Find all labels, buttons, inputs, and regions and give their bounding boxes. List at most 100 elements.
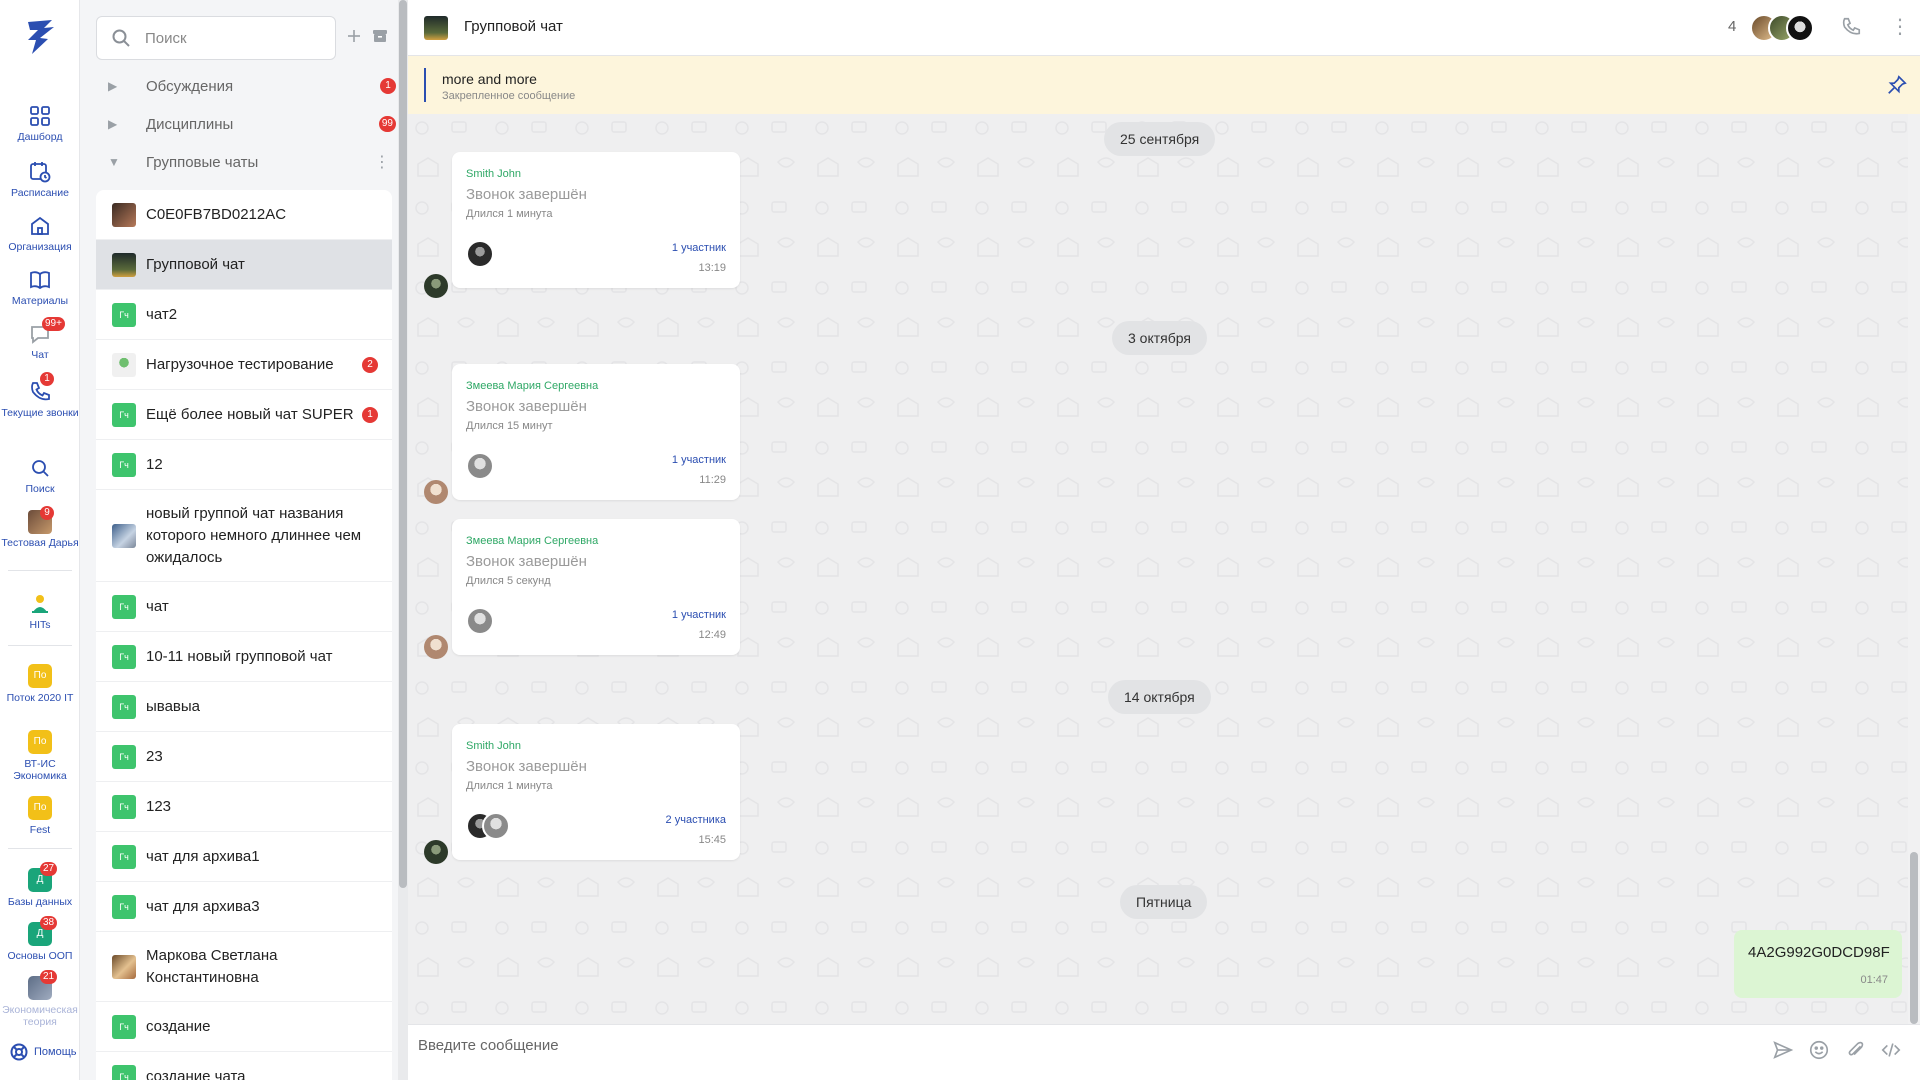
folder-discussions[interactable]: ▶ Обсуждения 1: [96, 68, 396, 104]
search-input[interactable]: Поиск: [145, 30, 187, 47]
pinned-message[interactable]: more and more Закрепленное сообщение: [408, 56, 1920, 114]
call-message[interactable]: Smith John Звонок завершён Длился 1 мину…: [452, 152, 740, 288]
rail-item-economics[interactable]: Экономическая теория 21: [0, 970, 80, 1028]
sender-avatar[interactable]: [424, 480, 448, 504]
materials-icon: [30, 271, 50, 290]
call-message[interactable]: Змеева Мария Сергеевна Звонок завершён Д…: [452, 364, 740, 500]
chat-row[interactable]: новый группой чат названия которого немн…: [96, 490, 392, 582]
chat-row[interactable]: Гч чат для архива1: [96, 832, 392, 882]
chat-name: создание: [146, 1017, 211, 1035]
more-vert-icon[interactable]: ⋮: [1890, 14, 1910, 39]
sender-avatar[interactable]: [424, 274, 448, 298]
hits-icon: [32, 595, 48, 613]
chat-row[interactable]: Гч создание чата: [96, 1052, 392, 1080]
chat-avatar: [112, 202, 136, 227]
emoji-icon[interactable]: [1808, 1039, 1830, 1061]
chat-row[interactable]: Гч 23: [96, 732, 392, 782]
call-status: Звонок завершён: [466, 398, 587, 415]
call-participants[interactable]: 1 участник: [672, 242, 726, 254]
chat-list-panel: Поиск ▶ Обсуждения 1 ▶ Дисциплины 99 ▼ Г…: [80, 0, 408, 1080]
chat-row[interactable]: Гч 123: [96, 782, 392, 832]
rail-item-label: ВТ-ИС Экономика: [13, 758, 67, 782]
message-time: 01:47: [1860, 974, 1888, 986]
add-icon[interactable]: [346, 28, 362, 44]
chat-name: Нагрузочное тестирование: [146, 355, 334, 373]
message-scrollbar[interactable]: [1908, 114, 1920, 1024]
folder-disciplines[interactable]: ▶ Дисциплины 99: [96, 106, 396, 142]
rail-item-label: Поиск: [25, 483, 55, 495]
attach-icon[interactable]: [1844, 1039, 1866, 1061]
rail-item-materials[interactable]: Материалы: [0, 268, 80, 307]
chat-row[interactable]: Гч 10-11 новый групповой чат: [96, 632, 392, 682]
rail-item-fest[interactable]: По Fest: [0, 796, 80, 836]
message-input[interactable]: Введите сообщение: [418, 1037, 559, 1054]
pin-icon[interactable]: [1886, 74, 1908, 96]
chat-row[interactable]: Гч Ещё более новый чат SUPER 1: [96, 390, 392, 440]
chat-avatar[interactable]: [424, 16, 448, 40]
chat-avatar: Гч: [112, 694, 136, 719]
folder-badge: 1: [380, 78, 396, 94]
user-badge: 9: [40, 506, 54, 520]
chat-row[interactable]: Гч создание: [96, 1002, 392, 1052]
member-avatars[interactable]: [1750, 14, 1820, 42]
folder-badge: 99: [378, 116, 396, 132]
scrollbar-thumb[interactable]: [399, 0, 407, 888]
chat-row[interactable]: Маркова Светлана Константиновна: [96, 932, 392, 1002]
chat-row-active[interactable]: Групповой чат: [96, 240, 392, 290]
folder-label: Дисциплины: [146, 115, 234, 133]
rail-item-hits[interactable]: HITs: [0, 592, 80, 631]
message-author[interactable]: Smith John: [466, 168, 521, 180]
code-icon[interactable]: [1880, 1039, 1902, 1061]
own-message[interactable]: 4A2G992G0DCD98F 01:47: [1734, 930, 1902, 998]
message-time: 15:45: [698, 834, 726, 846]
call-status: Звонок завершён: [466, 553, 587, 570]
chat-row[interactable]: Гч 12: [96, 440, 392, 490]
chat-row[interactable]: Нагрузочное тестирование 2: [96, 340, 392, 390]
discipline-badge: 27: [40, 862, 58, 876]
chat-row[interactable]: Гч чат для архива3: [96, 882, 392, 932]
date-separator: Пятница: [1120, 885, 1208, 919]
call-message[interactable]: Змеева Мария Сергеевна Звонок завершён Д…: [452, 519, 740, 655]
participant-avatar: [466, 240, 494, 268]
app-logo[interactable]: [22, 18, 58, 56]
rail-item-test-user[interactable]: Тестовая Дарья 9: [0, 506, 80, 549]
folder-group-chats[interactable]: ▼ Групповые чаты ⋮: [96, 144, 396, 180]
chat-row[interactable]: Гч чат: [96, 582, 392, 632]
rail-item-vt-is[interactable]: По ВТ-ИС Экономика: [0, 730, 80, 782]
rail-item-chat[interactable]: Чат 99+: [0, 317, 80, 361]
rail-item-oop[interactable]: Д Основы ООП 38: [0, 916, 80, 962]
call-message[interactable]: Smith John Звонок завершён Длился 1 мину…: [452, 724, 740, 860]
rail-item-organization[interactable]: Организация: [0, 214, 80, 253]
scrollbar-thumb[interactable]: [1910, 852, 1918, 1024]
send-icon[interactable]: [1772, 1039, 1794, 1061]
rail-item-dashboard[interactable]: Дашборд: [0, 104, 80, 143]
chat-title[interactable]: Групповой чат: [464, 18, 563, 35]
rail-item-label: Чат: [31, 349, 49, 361]
rail-item-databases[interactable]: Д Базы данных 27: [0, 862, 80, 908]
call-participants[interactable]: 1 участник: [672, 609, 726, 621]
unread-badge: 2: [362, 356, 378, 373]
member-count[interactable]: 4: [1728, 18, 1736, 35]
search-box[interactable]: Поиск: [96, 16, 336, 60]
sender-avatar[interactable]: [424, 635, 448, 659]
archive-icon[interactable]: [372, 28, 388, 44]
rail-item-stream-2020[interactable]: По Поток 2020 IT: [0, 664, 80, 704]
chat-list-scrollbar[interactable]: [398, 0, 408, 1080]
message-author[interactable]: Змеева Мария Сергеевна: [466, 535, 598, 547]
phone-call-icon[interactable]: [1840, 16, 1862, 38]
message-author[interactable]: Змеева Мария Сергеевна: [466, 380, 598, 392]
rail-item-current-calls[interactable]: Текущие звонки 1: [0, 372, 80, 419]
more-vert-icon[interactable]: ⋮: [374, 152, 390, 172]
call-participants[interactable]: 2 участника: [666, 814, 726, 826]
rail-item-schedule[interactable]: Расписание: [0, 160, 80, 199]
sender-avatar[interactable]: [424, 840, 448, 864]
call-participants[interactable]: 1 участник: [672, 454, 726, 466]
rail-item-search[interactable]: Поиск: [0, 456, 80, 495]
chat-row[interactable]: Гч ывавыа: [96, 682, 392, 732]
chat-row[interactable]: Гч чат2: [96, 290, 392, 340]
chat-row[interactable]: C0E0FB7BD0212AC: [96, 190, 392, 240]
help-button[interactable]: Помощь: [10, 1043, 77, 1061]
rail-item-label: Тестовая Дарья: [1, 537, 79, 549]
chat-avatar: Гч: [112, 402, 136, 427]
message-author[interactable]: Smith John: [466, 740, 521, 752]
